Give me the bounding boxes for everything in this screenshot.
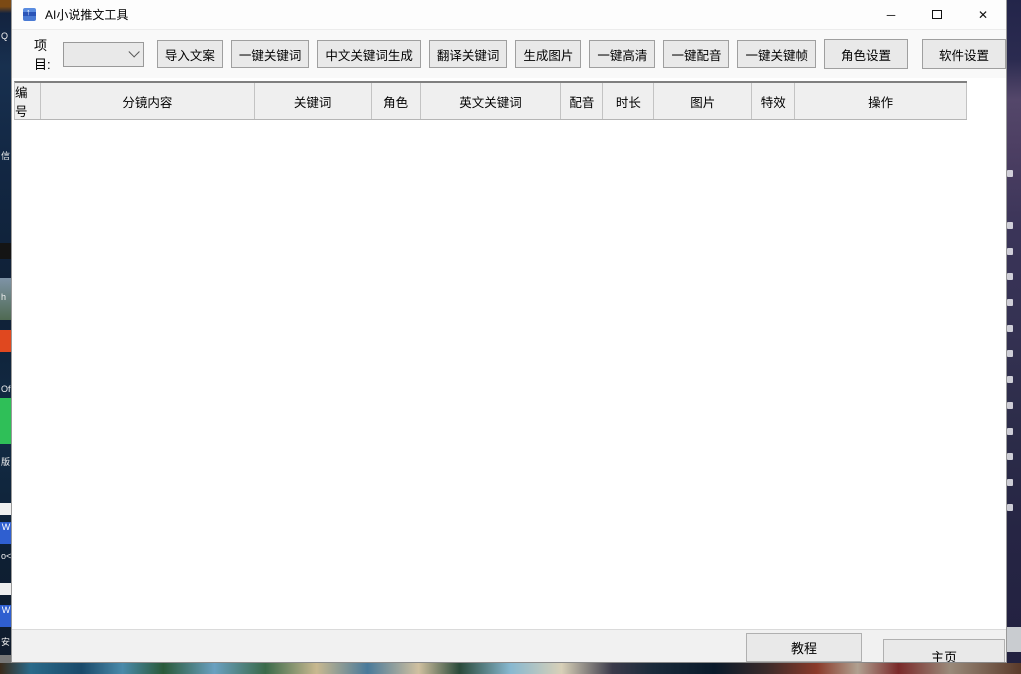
col-header-storyboard-content: 分镜内容 — [41, 83, 255, 119]
chinese-keywords-generate-button[interactable]: 中文关键词生成 — [317, 40, 421, 68]
col-header-role: 角色 — [372, 83, 421, 119]
desktop-icon-fragment — [1007, 222, 1013, 229]
translate-keywords-button[interactable]: 翻译关键词 — [429, 40, 508, 68]
tutorial-button[interactable]: 教程 — [746, 633, 862, 662]
software-settings-button[interactable]: 软件设置 — [922, 39, 1006, 69]
desktop-icon-fragment: 信 — [1, 152, 10, 161]
maximize-button[interactable] — [914, 0, 960, 30]
desktop-icon-fragment — [1007, 479, 1013, 486]
desktop-icon-fragment — [1007, 376, 1013, 383]
one-click-keyframe-button[interactable]: 一键关键帧 — [737, 40, 816, 68]
window-controls: ─ ✕ — [868, 0, 1006, 30]
minimize-button[interactable]: ─ — [868, 0, 914, 30]
toolbar: 项目: 导入文案 一键关键词 中文关键词生成 翻译关键词 生成图片 一键高清 一… — [12, 30, 1006, 78]
maximize-icon — [932, 10, 942, 19]
desktop-icon-fragment — [1007, 627, 1021, 652]
generate-images-button[interactable]: 生成图片 — [515, 40, 581, 68]
project-label: 项目: — [34, 35, 52, 73]
desktop-icon-fragment — [1007, 504, 1013, 511]
one-click-dubbing-button[interactable]: 一键配音 — [663, 40, 729, 68]
desktop-icon-fragment — [1007, 248, 1013, 255]
desktop-icon-fragment: Of — [1, 385, 11, 394]
col-header-keywords: 关键词 — [255, 83, 372, 119]
window-title: AI小说推文工具 — [45, 6, 128, 23]
footer-panel: 教程 主页 — [12, 629, 1006, 662]
one-click-keywords-button[interactable]: 一键关键词 — [231, 40, 310, 68]
desktop-icon-fragment — [1007, 453, 1013, 460]
desktop-icon-fragment — [1007, 273, 1013, 280]
table-header: 编号 分镜内容 关键词 角色 英文关键词 配音 时长 图片 特效 操作 — [14, 81, 967, 120]
app-icon — [23, 8, 36, 21]
desktop-icon-fragment — [1007, 428, 1013, 435]
desktop-icon-fragment — [1007, 402, 1013, 409]
desktop-right-strip — [1007, 0, 1021, 663]
desktop-icon-fragment: Q — [1, 32, 8, 41]
one-click-hd-button[interactable]: 一键高清 — [589, 40, 655, 68]
col-header-duration: 时长 — [603, 83, 654, 119]
close-button[interactable]: ✕ — [960, 0, 1006, 30]
desktop-icon-fragment: o< — [1, 552, 11, 561]
table-body-empty — [14, 120, 967, 629]
col-header-english-keywords: 英文关键词 — [421, 83, 562, 119]
chevron-down-icon — [128, 46, 139, 57]
col-header-effects: 特效 — [752, 83, 795, 119]
col-header-image: 图片 — [654, 83, 752, 119]
desktop-icon-fragment: 安 — [1, 638, 10, 647]
desktop-icon-fragment: h — [1, 293, 6, 302]
import-text-button[interactable]: 导入文案 — [157, 40, 223, 68]
project-select[interactable] — [63, 42, 144, 67]
desktop-icon-fragment: 版 — [1, 458, 10, 467]
desktop-wallpaper-strip — [0, 663, 1021, 674]
col-header-number: 编号 — [15, 83, 41, 119]
title-bar: AI小说推文工具 ─ ✕ — [12, 0, 1006, 30]
col-header-actions: 操作 — [795, 83, 967, 119]
app-window: AI小说推文工具 ─ ✕ 项目: 导入文案 一键关键词 中文关键词生成 翻译关键… — [11, 0, 1007, 663]
role-settings-button[interactable]: 角色设置 — [824, 39, 908, 69]
col-header-dubbing: 配音 — [561, 83, 603, 119]
desktop-icon-fragment — [1007, 299, 1013, 306]
desktop-icon-fragment — [1007, 350, 1013, 357]
desktop-icon-fragment — [1007, 325, 1013, 332]
home-button[interactable]: 主页 — [883, 639, 1005, 663]
desktop-icon-fragment — [1007, 170, 1013, 177]
